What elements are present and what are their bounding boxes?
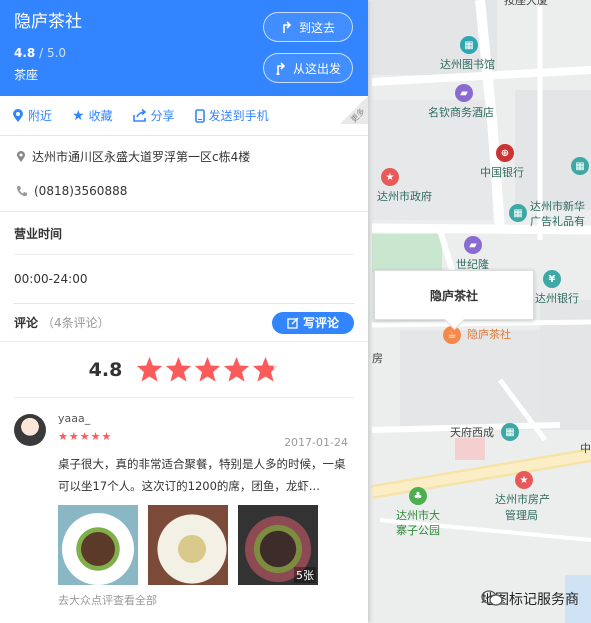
nearby-button[interactable]: 附近 (12, 107, 52, 124)
review-username[interactable]: yaaa_ (58, 412, 354, 428)
government-icon-2[interactable]: ★ (515, 471, 533, 489)
shop-icon[interactable]: ▦ (509, 204, 527, 222)
rating-star-icon (137, 357, 163, 382)
library-icon[interactable]: ▦ (460, 36, 478, 54)
share-label: 分享 (150, 109, 175, 123)
place-detail-panel: 隐庐茶社 4.8 / 5.0 茶座 到这去 从这出发 附近 ★ 收藏 分享 发送… (0, 0, 368, 623)
wechat-icon (481, 590, 503, 606)
favorite-button[interactable]: ★ 收藏 (72, 107, 113, 124)
rating-star-icon (166, 357, 192, 382)
map-label-house-2: 管理局 (505, 509, 538, 522)
bank-icon-3[interactable]: ¥ (543, 270, 561, 288)
government-icon[interactable]: ★ (381, 168, 399, 186)
map-label-tianfu[interactable]: 天府西成 (450, 426, 494, 440)
star-icon: ★ (68, 430, 79, 443)
go-here-label: 到这去 (298, 20, 335, 35)
address-pin-icon (17, 150, 25, 162)
score-value: 4.8 (88, 358, 123, 381)
view-all-reviews-link[interactable]: 去大众点评查看全部 (58, 592, 354, 608)
map-label-park-1[interactable]: 达州市大 (396, 509, 440, 523)
map-label-tea-house[interactable]: 隐庐茶社 (467, 328, 511, 342)
location-pin-icon (13, 108, 23, 122)
score-stars (136, 356, 279, 383)
mall-icon[interactable]: ▰ (464, 236, 482, 254)
bank-icon[interactable]: ⊕ (496, 144, 514, 162)
send-to-phone-button[interactable]: 发送到手机 (194, 107, 269, 124)
review-photo[interactable] (148, 505, 228, 585)
hotel-icon[interactable]: ▰ (455, 84, 473, 102)
map-label-hotel[interactable]: 名钦商务酒店 (428, 106, 494, 120)
more-label: 更多 (349, 106, 367, 125)
address-row: 达州市通川区永盛大道罗浮第一区c栋4楼 (0, 136, 368, 176)
phone-number[interactable]: (0818)3560888 (34, 184, 127, 198)
review-text: 桌子很大，真的非常适合聚餐，特别是人多的时候，一桌可以坐17个人。这次订的120… (58, 457, 346, 493)
route-arrow-icon (283, 21, 292, 33)
start-from-here-button[interactable]: 从这出发 (263, 53, 353, 83)
rating-star-icon (253, 357, 279, 382)
rating-star-icon (195, 357, 221, 382)
map-info-window[interactable]: 隐庐茶社 (374, 270, 534, 320)
send-to-phone-label: 发送到手机 (208, 109, 269, 123)
map-label-house-1[interactable]: 达州市房产 (495, 493, 550, 507)
map-label-xinhua-2: 广告礼品有 (530, 215, 585, 228)
write-review-label: 写评论 (302, 316, 339, 330)
tea-house-pin-icon[interactable]: ☕ (443, 326, 461, 344)
watermark: 地图标记服务商 (481, 589, 579, 609)
bank-icon-2[interactable]: ▦ (571, 157, 589, 175)
action-bar: 附近 ★ 收藏 分享 发送到手机 更多 (0, 96, 368, 136)
avatar[interactable] (14, 414, 46, 446)
map-label-xinhua-1[interactable]: 达州市新华 (530, 200, 585, 214)
map-label-dazhou-bank[interactable]: 达州银行 (535, 292, 579, 306)
reviews-label: 评论 (14, 316, 39, 330)
hours-title: 营业时间 (14, 226, 63, 241)
phone-icon (194, 108, 205, 123)
write-review-button[interactable]: 写评论 (272, 311, 354, 334)
more-corner-button[interactable]: 更多 (340, 96, 368, 124)
phone-row: (0818)3560888 (0, 176, 368, 212)
star-icon: ★ (90, 430, 101, 443)
review-photo[interactable]: 5张 (238, 505, 318, 585)
share-icon (132, 109, 146, 122)
telephone-icon (17, 185, 27, 196)
map-label-fang: 房 (372, 352, 383, 365)
map-label-zhong: 中 (580, 442, 591, 455)
go-here-button[interactable]: 到这去 (263, 12, 353, 42)
map-label-bank[interactable]: 中国银行 (480, 166, 524, 180)
star-icon: ★ (101, 430, 112, 443)
review-item: yaaa_ ★ ★ ★ ★ ★ 2017-01-24 桌子很大，真的非常适合聚餐，特别是… (0, 398, 368, 608)
address-text: 达州市通川区永盛大道罗浮第一区c栋4楼 (32, 149, 251, 164)
star-icon: ★ (79, 430, 90, 443)
favorite-label: 收藏 (88, 109, 113, 123)
star-icon: ★ (58, 430, 68, 443)
park-icon[interactable]: ♣ (409, 487, 427, 505)
start-from-here-label: 从这出发 (292, 61, 341, 76)
route-start-icon (276, 62, 286, 75)
reviews-header: 评论 （4条评论） 写评论 (0, 304, 368, 342)
photo-count-badge: 5张 (294, 567, 316, 583)
rating-star-icon (224, 357, 250, 382)
map-label-government[interactable]: 达州市政府 (377, 190, 432, 204)
star-icon: ★ (72, 107, 85, 124)
shop-icon-2[interactable]: ▦ (501, 423, 519, 441)
overall-score: 4.8 (14, 342, 354, 398)
review-photo[interactable] (58, 505, 138, 585)
map-label-library[interactable]: 达州图书馆 (440, 58, 495, 72)
review-photos: 5张 (58, 505, 354, 585)
map-label-top: 按座大厦 (504, 0, 548, 7)
rating-max: / 5.0 (39, 46, 67, 60)
edit-icon (287, 316, 299, 329)
hours-value: 00:00-24:00 (14, 254, 354, 304)
reviews-count: （4条评论） (42, 316, 110, 330)
map-label-park-2: 寨子公园 (396, 524, 440, 537)
map-info-title: 隐庐茶社 (429, 288, 478, 303)
rating-value: 4.8 (14, 46, 36, 60)
review-date: 2017-01-24 (284, 436, 348, 449)
nearby-label: 附近 (28, 109, 53, 123)
share-button[interactable]: 分享 (132, 107, 175, 124)
place-header: 隐庐茶社 4.8 / 5.0 茶座 到这去 从这出发 (0, 0, 368, 96)
